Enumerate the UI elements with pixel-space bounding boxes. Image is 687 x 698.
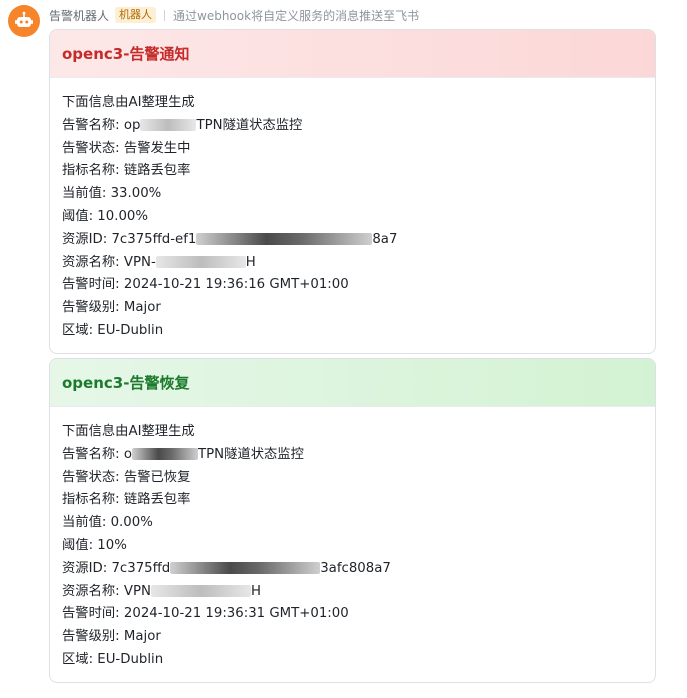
alert-time-line: 告警时间: 2024-10-21 19:36:16 GMT+01:00 — [62, 277, 349, 293]
ai-note: 下面信息由AI整理生成 — [62, 95, 195, 110]
alert-time-line: 告警时间: 2024-10-21 19:36:31 GMT+01:00 — [62, 606, 349, 622]
alert-card: openc3-告警通知 下面信息由AI整理生成 告警名称: op TPN隧道状态监… — [49, 29, 656, 354]
resource-id-line: 资源ID: 7c375ffd-ef1 8a7 — [62, 229, 655, 252]
alert-name-prefix: 告警名称: o — [62, 446, 133, 462]
bot-badge: 机器人 — [115, 7, 157, 23]
alert-name-suffix: TPN隧道状态监控 — [198, 446, 304, 462]
ai-note: 下面信息由AI整理生成 — [62, 424, 195, 439]
recovery-card: openc3-告警恢复 下面信息由AI整理生成 告警名称: o TPN隧道状态监控… — [49, 358, 656, 683]
redacted-block — [132, 447, 199, 460]
redacted-block — [150, 584, 251, 597]
metric-name-line: 指标名称: 链路丢包率 — [62, 163, 191, 179]
resource-id-suffix: 3afc808a7 — [320, 560, 391, 576]
redacted-block — [155, 255, 246, 268]
resource-name-suffix: H — [245, 254, 256, 270]
bot-description: 通过webhook将自定义服务的消息推送至飞书 — [173, 8, 420, 23]
resource-name-line: 资源名称: VPN H — [62, 581, 655, 604]
alert-name-suffix: TPN隧道状态监控 — [196, 117, 303, 133]
resource-id-prefix: 资源ID: 7c375ffd — [62, 560, 171, 576]
resource-id-suffix: 8a7 — [372, 231, 398, 247]
header-divider — [164, 9, 166, 21]
resource-name-prefix: 资源名称: VPN- — [62, 254, 156, 270]
alert-level-line: 告警级别: Major — [62, 629, 161, 645]
alert-name-line: 告警名称: op TPN隧道状态监控 — [62, 115, 655, 138]
redacted-block — [170, 561, 321, 574]
resource-id-line: 资源ID: 7c375ffd 3afc808a7 — [62, 558, 655, 581]
alert-name-line: 告警名称: o TPN隧道状态监控 — [62, 444, 655, 467]
alert-name-prefix: 告警名称: op — [62, 117, 141, 133]
card-title: openc3-告警恢复 — [50, 359, 655, 407]
redacted-block — [140, 118, 197, 131]
bot-avatar[interactable] — [8, 5, 40, 37]
card-body: 下面信息由AI整理生成 告警名称: o TPN隧道状态监控 告警状态: 告警已恢复… — [50, 407, 655, 672]
region-line: 区域: EU-Dublin — [62, 322, 164, 338]
card-body: 下面信息由AI整理生成 告警名称: op TPN隧道状态监控 告警状态: 告警发生… — [50, 78, 655, 343]
card-title: openc3-告警通知 — [50, 30, 655, 78]
resource-name-suffix: H — [250, 583, 261, 599]
sender-name[interactable]: 告警机器人 — [49, 7, 109, 24]
threshold-line: 阈值: 10% — [62, 537, 127, 553]
resource-id-prefix: 资源ID: 7c375ffd-ef1 — [62, 231, 197, 247]
region-line: 区域: EU-Dublin — [62, 651, 164, 667]
threshold-line: 阈值: 10.00% — [62, 208, 149, 224]
current-value-line: 当前值: 33.00% — [62, 186, 162, 202]
alert-status-line: 告警状态: 告警发生中 — [62, 140, 191, 156]
alert-level-line: 告警级别: Major — [62, 300, 161, 316]
resource-name-prefix: 资源名称: VPN — [62, 583, 151, 599]
alert-status-line: 告警状态: 告警已恢复 — [62, 469, 191, 485]
robot-icon — [15, 11, 33, 27]
redacted-block — [196, 232, 373, 245]
current-value-line: 当前值: 0.00% — [62, 515, 153, 531]
metric-name-line: 指标名称: 链路丢包率 — [62, 492, 191, 508]
resource-name-line: 资源名称: VPN- H — [62, 252, 655, 275]
message-header: 告警机器人 机器人 通过webhook将自定义服务的消息推送至飞书 — [49, 6, 419, 24]
